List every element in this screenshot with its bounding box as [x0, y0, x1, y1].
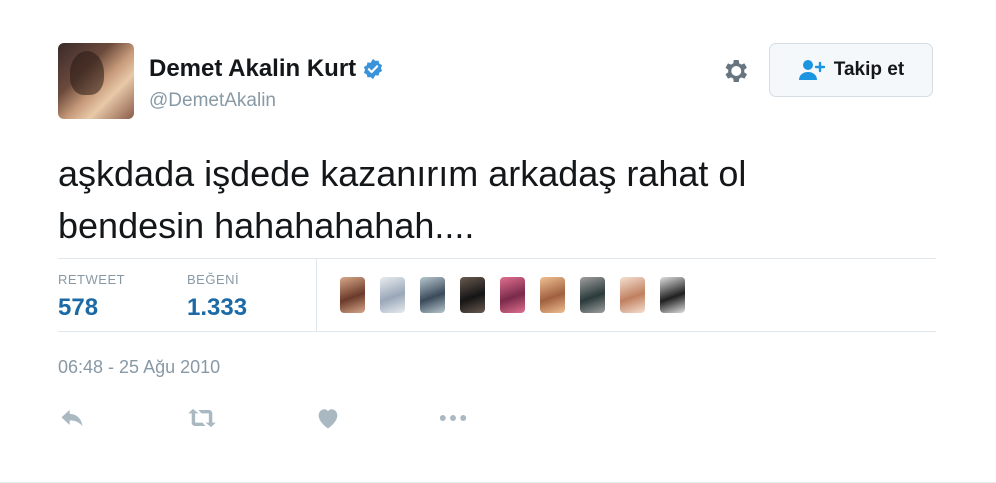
liker-avatar[interactable]: [500, 277, 525, 313]
follow-button-label: Takip et: [833, 59, 905, 80]
liker-avatar[interactable]: [580, 277, 605, 313]
like-stat-label: BEĞENİ: [187, 272, 240, 287]
liker-avatar[interactable]: [420, 277, 445, 313]
user-handle[interactable]: @DemetAkalin: [149, 90, 276, 112]
like-icon[interactable]: [314, 404, 342, 432]
liker-avatars: [340, 277, 685, 313]
liker-avatar[interactable]: [540, 277, 565, 313]
tweet-timestamp[interactable]: 06:48 - 25 Ağu 2010: [58, 357, 220, 378]
display-name[interactable]: Demet Akalin Kurt: [149, 55, 356, 83]
profile-avatar[interactable]: [58, 43, 134, 119]
liker-avatar[interactable]: [660, 277, 685, 313]
like-count[interactable]: 1.333: [187, 294, 247, 322]
more-icon[interactable]: [436, 404, 470, 432]
display-name-row[interactable]: Demet Akalin Kurt: [149, 55, 384, 83]
liker-avatar[interactable]: [380, 277, 405, 313]
gear-icon[interactable]: [720, 56, 750, 86]
stat-separator: [316, 259, 317, 331]
liker-avatar[interactable]: [620, 277, 645, 313]
verified-badge-icon: [364, 58, 383, 80]
follow-button[interactable]: Takip et: [769, 43, 933, 97]
reply-icon[interactable]: [58, 404, 86, 432]
liker-avatar[interactable]: [460, 277, 485, 313]
divider: [58, 331, 936, 332]
add-user-icon: [798, 60, 825, 80]
retweet-count[interactable]: 578: [58, 294, 98, 322]
retweet-icon[interactable]: [186, 404, 218, 432]
retweet-stat-label: RETWEET: [58, 272, 126, 287]
divider: [58, 258, 936, 259]
tweet-text: aşkdada işdede kazanırım arkadaş rahat o…: [58, 153, 747, 246]
liker-avatar[interactable]: [340, 277, 365, 313]
